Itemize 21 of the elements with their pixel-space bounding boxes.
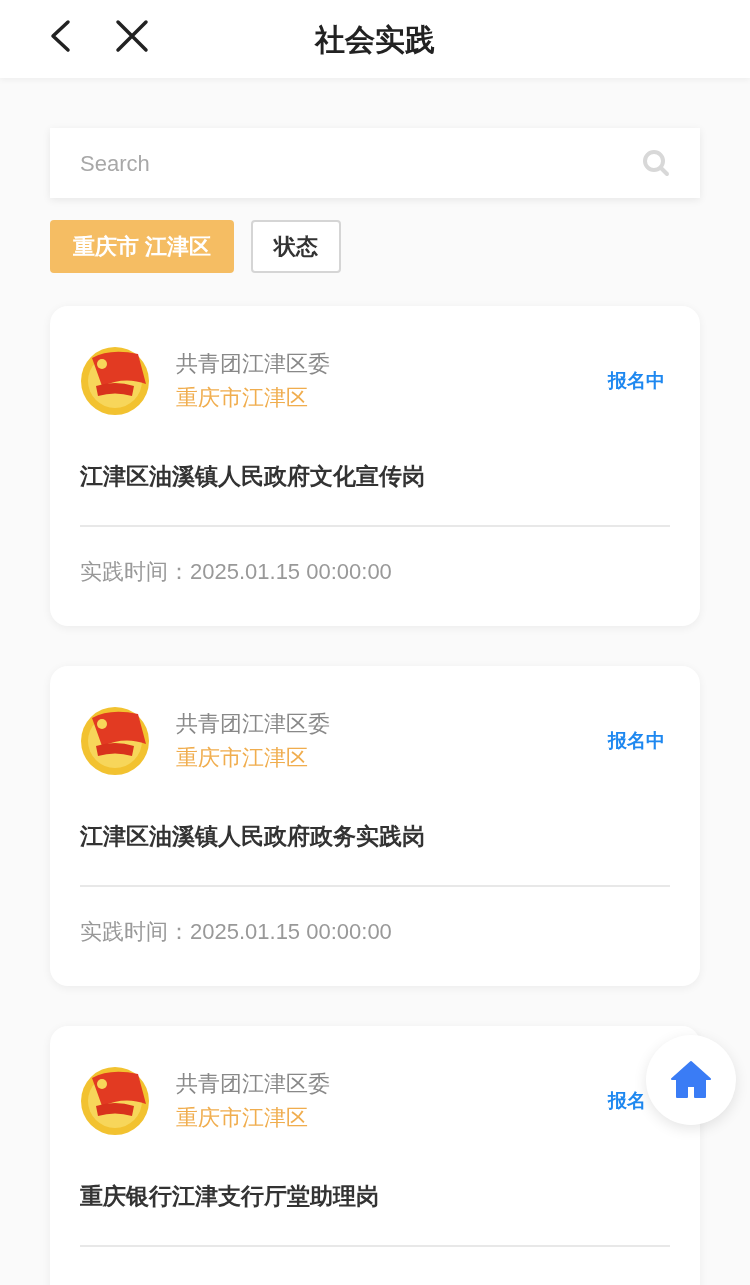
practice-time: 实践时间：2025.01.15 00:00:00 xyxy=(80,558,393,586)
filter-chip[interactable]: 状态 xyxy=(251,220,342,273)
organization-name: 共青团江津区委 xyxy=(176,1070,331,1098)
practice-time: 实践时间：2025.01.15 00:00:00 xyxy=(80,918,393,946)
home-icon xyxy=(670,1059,712,1101)
region-label: 重庆市江津区 xyxy=(176,744,309,772)
organization-name: 共青团江津区委 xyxy=(176,710,331,738)
emblem-icon xyxy=(80,346,150,416)
search-input[interactable]: Search xyxy=(80,146,642,180)
region-label: 重庆市江津区 xyxy=(176,384,309,412)
search-field[interactable]: Search xyxy=(50,128,700,198)
region-label: 重庆市江津区 xyxy=(176,1104,309,1132)
close-icon[interactable] xyxy=(114,18,150,54)
position-title[interactable]: 重庆银行江津支行厅堂助理岗 xyxy=(80,1181,670,1211)
back-icon[interactable] xyxy=(48,19,72,53)
position-title[interactable]: 江津区油溪镇人民政府文化宣传岗 xyxy=(80,461,670,491)
page-title: 社会实践 xyxy=(315,21,435,58)
position-title[interactable]: 江津区油溪镇人民政府政务实践岗 xyxy=(80,821,670,851)
emblem-icon xyxy=(80,1066,150,1136)
emblem-icon xyxy=(80,706,150,776)
organization-name: 共青团江津区委 xyxy=(176,350,331,378)
